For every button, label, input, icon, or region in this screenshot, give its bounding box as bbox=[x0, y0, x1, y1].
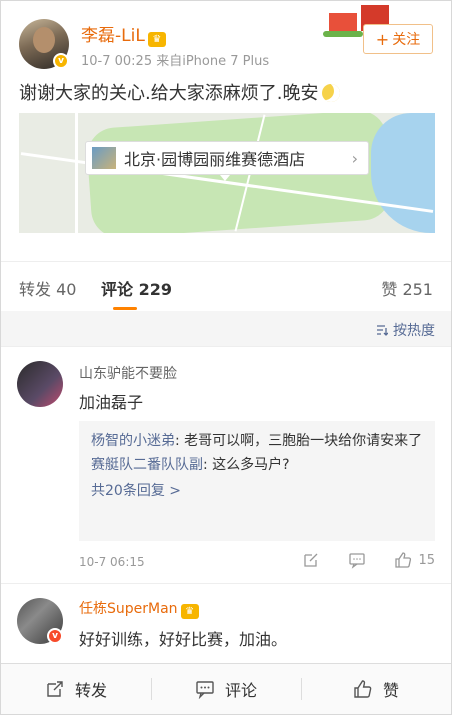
edit-icon[interactable] bbox=[302, 551, 320, 569]
comment-actions: 15 bbox=[274, 551, 435, 569]
post-text-content: 谢谢大家的关心.给大家添麻烦了.晚安 bbox=[19, 83, 319, 104]
verified-badge-icon: v bbox=[47, 628, 63, 644]
reply-item: 赛艇队二番队队副: 这么多马户? bbox=[91, 453, 423, 477]
commenter-name-text: 任栋SuperMan bbox=[79, 601, 178, 617]
tab-repost[interactable]: 转发 40 bbox=[19, 276, 76, 300]
reply-author[interactable]: 赛艇队二番队队副 bbox=[91, 457, 203, 473]
moon-emoji-icon bbox=[322, 84, 341, 102]
like-label: 赞 bbox=[382, 681, 399, 700]
thumbs-up-icon[interactable] bbox=[394, 551, 412, 569]
follow-button-label: 关注 bbox=[392, 32, 421, 48]
decoration-grass bbox=[323, 31, 363, 37]
more-replies-link[interactable]: 共20条回复 > bbox=[91, 477, 423, 505]
tab-like[interactable]: 赞 251 bbox=[381, 276, 433, 300]
tab-comment[interactable]: 评论 229 bbox=[101, 276, 172, 300]
commenter-name[interactable]: 任栋SuperMan ♛ bbox=[79, 598, 199, 619]
weibo-post: v 李磊-LiL ♛ 10-7 00:25 来自iPhone 7 Plus + 关注… bbox=[1, 1, 451, 261]
comment-button[interactable]: 评论 bbox=[151, 664, 301, 714]
repost-button[interactable]: 转发 bbox=[1, 664, 151, 714]
sort-bar: 按热度 bbox=[1, 311, 451, 347]
map-water-area bbox=[371, 113, 435, 233]
reply-text: : 老哥可以啊，三胞胎一块给你请安来了 bbox=[175, 433, 423, 449]
comment-text: 好好训练，好好比赛，加油。 bbox=[79, 630, 288, 649]
follow-button[interactable]: + 关注 bbox=[363, 24, 433, 54]
comment-icon bbox=[196, 681, 214, 699]
comment-item: 山东驴能不要脸 加油磊子 杨智的小迷弟: 老哥可以啊，三胞胎一块给你请安来了 赛… bbox=[1, 347, 451, 583]
post-text: 谢谢大家的关心.给大家添麻烦了.晚安 bbox=[19, 79, 341, 105]
bottom-action-bar: 转发 评论 赞 bbox=[1, 663, 451, 714]
active-tab-indicator bbox=[113, 307, 137, 310]
location-name: 北京·园博园丽维赛德酒店 bbox=[124, 150, 306, 169]
comment-text: 加油磊子 bbox=[79, 393, 144, 412]
weibo-detail-page: v 李磊-LiL ♛ 10-7 00:25 来自iPhone 7 Plus + 关注… bbox=[0, 0, 452, 715]
commenter-name[interactable]: 山东驴能不要脸 bbox=[79, 363, 177, 383]
verified-badge-icon: v bbox=[53, 53, 69, 69]
post-tabs: 转发 40 评论 229 赞 251 bbox=[1, 261, 451, 311]
reply-text: : 这么多马户? bbox=[203, 457, 290, 473]
reply-preview-box[interactable]: 杨智的小迷弟: 老哥可以啊，三胞胎一块给你请安来了 赛艇队二番队队副: 这么多马… bbox=[79, 421, 435, 541]
comment-time: 10-7 06:15 bbox=[79, 555, 145, 569]
repost-icon bbox=[47, 681, 63, 697]
location-thumbnail bbox=[92, 147, 116, 169]
map-road bbox=[75, 113, 78, 233]
comment-label: 评论 bbox=[224, 681, 257, 700]
reply-item: 杨智的小迷弟: 老哥可以啊，三胞胎一块给你请安来了 bbox=[91, 429, 423, 453]
location-card[interactable]: 北京·园博园丽维赛德酒店 › bbox=[85, 141, 369, 175]
like-count: 15 bbox=[418, 552, 435, 568]
plus-icon: + bbox=[375, 29, 390, 49]
vip-crown-icon: ♛ bbox=[180, 604, 199, 619]
sort-label: 按热度 bbox=[393, 323, 435, 339]
post-author-name[interactable]: 李磊-LiL ♛ bbox=[81, 21, 166, 47]
like-button[interactable]: 赞 bbox=[301, 664, 451, 714]
sort-by-heat-button[interactable]: 按热度 bbox=[376, 320, 435, 340]
repost-label: 转发 bbox=[74, 681, 107, 700]
post-meta: 10-7 00:25 来自iPhone 7 Plus bbox=[81, 54, 270, 69]
thumbs-up-icon bbox=[354, 680, 372, 698]
map-pin-pointer bbox=[220, 175, 230, 181]
comment-icon[interactable] bbox=[348, 551, 366, 569]
decoration-block bbox=[329, 13, 357, 31]
post-author-name-text: 李磊-LiL bbox=[81, 26, 145, 46]
vip-crown-icon: ♛ bbox=[147, 32, 166, 47]
reply-author[interactable]: 杨智的小迷弟 bbox=[91, 433, 175, 449]
sort-icon bbox=[377, 325, 388, 336]
commenter-avatar[interactable] bbox=[17, 361, 63, 407]
comment-item: v 任栋SuperMan ♛ 好好训练，好好比赛，加油。 bbox=[1, 583, 451, 663]
chevron-right-icon: › bbox=[351, 149, 358, 168]
